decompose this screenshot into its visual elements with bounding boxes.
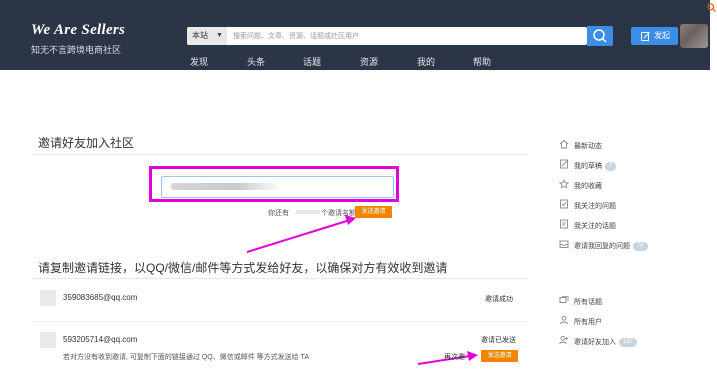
draft-icon xyxy=(560,159,568,169)
sidebar-item-label: 最新动态 xyxy=(574,143,602,150)
resend-invite-button[interactable]: 发送邀请 xyxy=(481,350,518,362)
sidebar-item-label: 邀请好友加入 xyxy=(574,339,616,346)
annotation-arrow-1 xyxy=(246,219,351,253)
sidebar-item-label: 我的草稿 xyxy=(574,163,602,170)
annotation-arrowhead-2 xyxy=(467,351,478,361)
invite-user-icon xyxy=(559,335,568,345)
question-follow-icon xyxy=(560,199,568,209)
reinvite-label: 再次邀 xyxy=(444,354,465,361)
avatar xyxy=(40,290,56,306)
annotation-arrows xyxy=(246,215,478,365)
sidebar-item-label: 我关注的问题 xyxy=(574,203,616,210)
divider xyxy=(32,278,528,279)
sidebar-item-label: 所有用户 xyxy=(574,319,602,326)
invite-row-email: 359083685@qq.com xyxy=(63,293,138,302)
inbox-icon xyxy=(559,240,569,248)
divider xyxy=(32,321,528,322)
topic-follow-icon xyxy=(560,219,568,229)
topics-icon xyxy=(559,296,569,303)
count-badge: 0 xyxy=(605,161,617,171)
copy-link-section-title: 请复制邀请链接，以QQ/微信/邮件等方式发给好友，以确保对方有效收到邀请 xyxy=(38,261,448,275)
sidebar-item-label: 我关注的话题 xyxy=(574,223,616,230)
count-badge: 137 xyxy=(619,337,638,347)
invite-row-hint: 若对方没有收到邀请, 可复制下面的链接通过 QQ、微信或邮件 等方式发送给 TA xyxy=(63,354,310,361)
invite-row-email: 593205714@qq.com xyxy=(63,335,138,344)
sidebar-item-label: 邀请我回复的问题 xyxy=(574,243,630,250)
home-icon xyxy=(559,139,569,149)
avatar xyxy=(40,332,56,348)
invite-row-status: 邀请成功 xyxy=(485,296,513,303)
count-badge: 76 xyxy=(633,241,648,251)
annotation-arrowhead-1 xyxy=(345,215,356,225)
sidebar-item-label: 所有话题 xyxy=(574,299,602,306)
user-icon xyxy=(560,315,568,325)
sidebar-item-label: 我的收藏 xyxy=(574,183,602,190)
invite-row-status: 邀请已发送 xyxy=(481,337,516,344)
star-icon xyxy=(559,179,569,189)
